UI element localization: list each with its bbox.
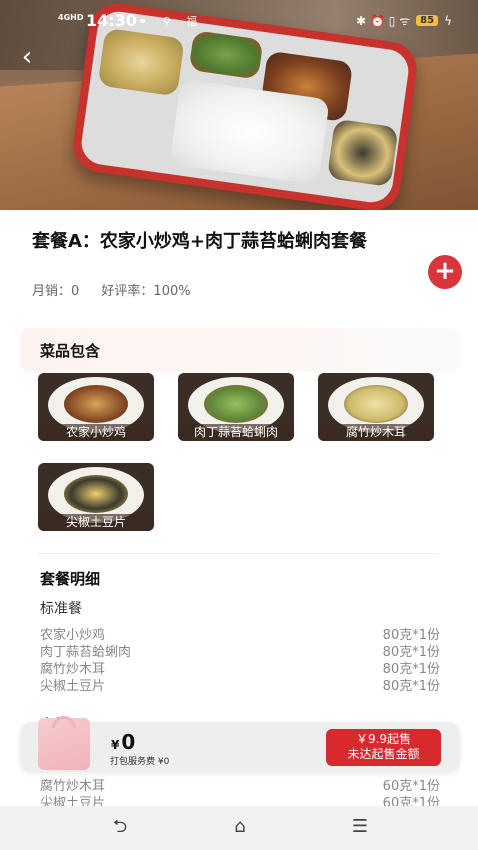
status-time: 14:30 bbox=[86, 11, 137, 30]
dish-photo bbox=[64, 475, 128, 513]
dish-card[interactable]: 尖椒土豆片 bbox=[38, 463, 154, 531]
detail-row: 尖椒土豆片 80克*1份 bbox=[40, 675, 440, 694]
charging-icon: ϟ bbox=[444, 13, 452, 28]
detail-row: 农家小炒鸡 80克*1份 bbox=[40, 624, 440, 643]
detail-row: 腐竹炒木耳 80克*1份 bbox=[40, 658, 440, 677]
detail-item-qty: 80克*1份 bbox=[382, 679, 440, 694]
rating: 好评率：100% bbox=[101, 284, 191, 299]
bag-handle bbox=[52, 716, 76, 728]
dish-card[interactable]: 腐竹炒木耳 bbox=[318, 373, 434, 441]
dish-label: 尖椒土豆片 bbox=[38, 514, 154, 531]
back-button[interactable]: ‹ bbox=[14, 44, 40, 70]
monthly-sales: 月销：0 bbox=[32, 284, 80, 299]
battery-icon: 85 bbox=[416, 15, 439, 26]
plus-icon: + bbox=[434, 256, 456, 286]
cart-amount: 0 bbox=[121, 730, 136, 754]
currency-symbol: ¥ bbox=[111, 738, 120, 752]
detail-row: 肉丁蒜苔蛤蜊肉 80克*1份 bbox=[40, 641, 440, 660]
dish-photo bbox=[64, 385, 128, 423]
min-order-price: ￥9.9起售 bbox=[355, 732, 412, 746]
shopping-bag-icon[interactable] bbox=[38, 716, 90, 770]
dish-photo bbox=[204, 385, 268, 423]
cart-total: ¥0 bbox=[111, 730, 135, 754]
add-to-cart-button[interactable]: + bbox=[428, 255, 462, 289]
dish-card[interactable]: 肉丁蒜苔蛤蜊肉 bbox=[178, 373, 294, 441]
dish-card[interactable]: 农家小炒鸡 bbox=[38, 373, 154, 441]
min-order-note: 未达起售金额 bbox=[347, 747, 420, 761]
tray-compartment-fungus bbox=[326, 118, 399, 187]
nav-back-icon[interactable]: ⮌ bbox=[105, 816, 135, 838]
network-indicator: 4GHD bbox=[58, 13, 84, 22]
checkout-button[interactable]: ￥9.9起售 未达起售金额 bbox=[326, 729, 441, 766]
dish-photo bbox=[344, 385, 408, 423]
detail-item-name: 尖椒土豆片 bbox=[40, 679, 106, 694]
set-details-title: 套餐明细 bbox=[40, 570, 101, 588]
dish-label: 肉丁蒜苔蛤蜊肉 bbox=[178, 424, 294, 441]
section-divider bbox=[38, 553, 438, 554]
product-title: 套餐A：农家小炒鸡+肉丁蒜苔蛤蜊肉套餐 bbox=[32, 231, 368, 252]
system-status-icons: ✱ ⏰ ▯ ᯤ bbox=[356, 14, 411, 28]
dish-label: 农家小炒鸡 bbox=[38, 424, 154, 441]
status-bar: 4GHD 14:30 ⚭ ⚲ 福 ✱ ⏰ ▯ ᯤ 85 ϟ bbox=[0, 0, 478, 40]
system-nav-bar: ⮌ ⌂ ☰ bbox=[0, 806, 478, 850]
notification-icons: ⚭ ⚲ 福 bbox=[138, 15, 204, 28]
system-icons: ✱ ⏰ ▯ ᯤ 85 ϟ bbox=[356, 12, 452, 29]
nav-menu-icon[interactable]: ☰ bbox=[345, 816, 375, 838]
nav-home-icon[interactable]: ⌂ bbox=[225, 816, 255, 838]
detail-row: 腐竹炒木耳 60克*1份 bbox=[40, 775, 440, 794]
included-dishes-title: 菜品包含 bbox=[40, 342, 101, 360]
dish-label: 腐竹炒木耳 bbox=[318, 424, 434, 441]
chevron-left-icon: ‹ bbox=[21, 42, 33, 72]
product-meta: 月销：0 好评率：100% bbox=[32, 280, 191, 299]
packing-fee: 打包服务费 ¥0 bbox=[110, 757, 170, 767]
detail-group-title: 标准餐 bbox=[40, 601, 82, 617]
